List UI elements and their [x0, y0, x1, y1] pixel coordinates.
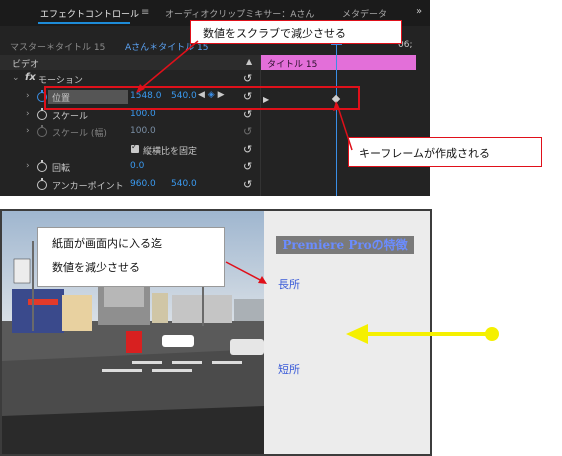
- video-section-label: ビデオ: [12, 60, 40, 70]
- reset-icon: ↺: [243, 125, 253, 138]
- paper-note-line1: 紙面が画面内に入る迄: [52, 237, 162, 250]
- uniform-scale-checkbox[interactable]: [131, 142, 139, 153]
- rotation-row[interactable]: › 回転 0.0 ↺: [0, 159, 260, 176]
- stopwatch-icon[interactable]: [37, 178, 47, 190]
- stopwatch-icon: [37, 125, 47, 137]
- reset-icon[interactable]: ↺: [243, 178, 252, 191]
- scale-label: スケール: [52, 112, 89, 122]
- tab-effect-controls[interactable]: エフェクトコントロール: [40, 7, 139, 20]
- active-tab-indicator: [38, 22, 130, 24]
- keyframe-note-text: キーフレームが作成される: [359, 147, 491, 160]
- collapse-icon[interactable]: ▲: [246, 57, 252, 66]
- expand-arrow-icon[interactable]: ›: [26, 109, 30, 119]
- scrub-note-callout: 数値をスクラブで減少させる: [190, 20, 402, 44]
- scale-value[interactable]: 100.0: [130, 109, 156, 119]
- fx-icon[interactable]: fx: [25, 72, 36, 83]
- tab-metadata[interactable]: メタデータ: [342, 7, 387, 20]
- clip-bar[interactable]: タイトル 15: [261, 55, 416, 70]
- paper-note-callout: 紙面が画面内に入る迄 数値を減少させる: [37, 227, 225, 287]
- keyframe-note-callout: キーフレームが作成される: [348, 137, 542, 167]
- scale-width-row[interactable]: › スケール (幅) 100.0 ↺: [0, 124, 260, 141]
- anchor-label: アンカーポイント: [52, 182, 124, 192]
- reset-icon[interactable]: ↺: [243, 72, 252, 85]
- more-tabs-icon[interactable]: »: [416, 6, 422, 17]
- uniform-scale-label: 縦横比を固定: [143, 147, 198, 157]
- paper-note-line2: 数値を減少させる: [52, 261, 140, 274]
- uniform-scale-row[interactable]: 縦横比を固定 ↺: [0, 142, 260, 159]
- effect-timeline[interactable]: タイトル 15 ▶: [260, 37, 430, 196]
- clip-bar-label: タイトル 15: [267, 60, 318, 70]
- scrub-note-text: 数値をスクラブで減少させる: [203, 27, 346, 40]
- expand-icon[interactable]: ⌄: [12, 73, 20, 83]
- scale-width-label: スケール (幅): [52, 129, 107, 139]
- expand-arrow-icon[interactable]: ›: [26, 161, 30, 171]
- expand-arrow-icon[interactable]: ›: [26, 126, 30, 136]
- scale-width-value: 100.0: [130, 126, 156, 136]
- reset-icon[interactable]: ↺: [243, 143, 252, 156]
- tab-audio-clip-mixer[interactable]: オーディオクリップミキサー：Aさん: [165, 7, 314, 20]
- yellow-arrow-dot: [485, 327, 499, 341]
- anchor-y-value[interactable]: 540.0: [171, 179, 197, 189]
- master-clip-label[interactable]: マスター＊タイトル 15: [10, 40, 105, 53]
- slide-sidebar: Premiere Proの特徴 長所 短所: [264, 211, 430, 454]
- reset-icon[interactable]: ↺: [243, 160, 252, 173]
- sidebar-item-cons: 短所: [278, 363, 300, 376]
- expand-arrow-icon[interactable]: ›: [26, 91, 30, 101]
- anchor-row[interactable]: アンカーポイント 960.0 540.0 ↺: [0, 177, 260, 194]
- rotation-label: 回転: [52, 164, 71, 174]
- panel-menu-icon[interactable]: ≡: [141, 7, 149, 18]
- motion-label: モーション: [38, 76, 83, 86]
- stopwatch-icon[interactable]: [37, 108, 47, 120]
- video-section-header: ビデオ ▲: [0, 55, 260, 70]
- stopwatch-icon[interactable]: [37, 160, 47, 172]
- position-row-highlight: [44, 86, 360, 110]
- playhead[interactable]: [336, 41, 337, 196]
- sidebar-title: Premiere Proの特徴: [276, 236, 414, 254]
- anchor-x-value[interactable]: 960.0: [130, 179, 156, 189]
- rotation-value[interactable]: 0.0: [130, 161, 144, 171]
- sidebar-item-pros: 長所: [278, 278, 300, 291]
